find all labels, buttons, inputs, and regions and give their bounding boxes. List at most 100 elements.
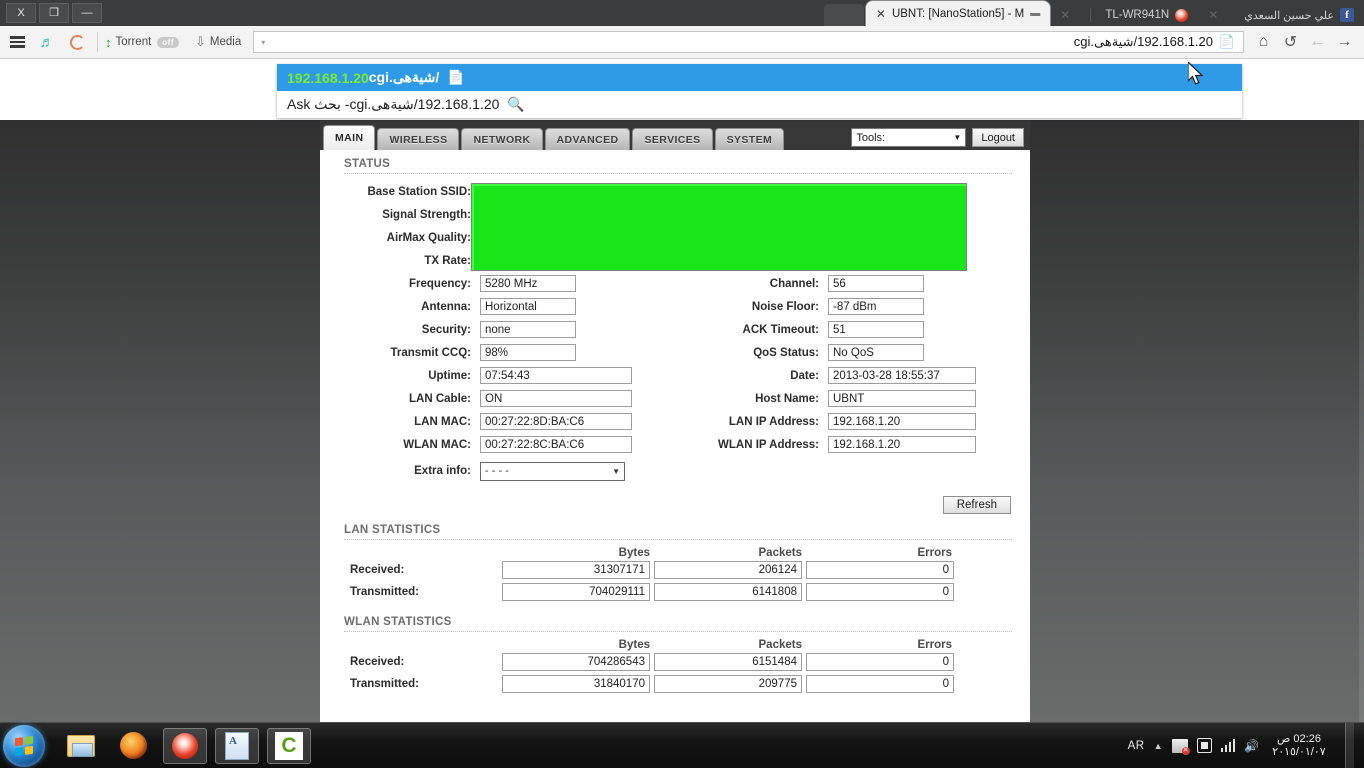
taskbar-item-firefox[interactable] [111,728,155,764]
search-icon: 🔍 [507,96,525,112]
taskbar-clock[interactable]: 02:26 ص ٢٠١٥/٠١/٠٧ [1268,733,1330,759]
chevron-down-icon[interactable]: ▾ [261,38,265,47]
field-channel: Channel: 56 [702,272,1002,295]
power-button[interactable] [1196,738,1212,753]
logout-button[interactable]: Logout [972,128,1024,147]
tray-overflow-button[interactable]: ▲ [1154,741,1163,751]
field-frequency: Frequency: 5280 MHz [344,272,694,295]
field-date: Date: 2013-03-28 18:55:37 [702,364,1002,387]
tab-blank[interactable] [823,4,864,26]
field-label: Frequency: [409,277,471,290]
taskbar-item-wordpad[interactable] [215,727,259,764]
tab-wireless[interactable]: WIRELESS [377,128,460,150]
tab-main[interactable]: MAIN [323,125,376,150]
tools-dropdown[interactable]: Tools: ▼ [851,128,967,147]
field-value: UBNT [828,390,976,407]
tab-advanced[interactable]: ADVANCED [544,128,631,150]
field-antenna: Antenna: Horizontal [344,295,694,318]
firefox-icon [119,732,147,759]
show-desktop-button[interactable] [1345,722,1354,768]
browser-tabstrip: X ❐ — ✕ UBNT: [NanoStation5] - M ▬ ✕ TL-… [0,0,1364,26]
wlan-statistics-title: WLAN STATISTICS [344,616,1012,632]
minimize-window-button[interactable]: — [72,3,102,23]
column-header-errors: Errors [917,639,952,651]
table-row: Received: 31307171 206124 0 [344,559,1012,581]
restore-window-button[interactable]: ❐ [39,3,69,23]
status-section-title: STATUS [344,158,1012,174]
close-icon[interactable]: ✕ [876,7,886,21]
forward-button[interactable]: → [1331,29,1358,55]
taskbar-item-maxthon[interactable] [163,727,207,764]
taskbar-item-camtasia[interactable]: C [267,727,311,764]
taskbar-app-list: C [59,727,311,764]
table-row: Transmitted: 704029111 6141808 0 [344,581,1012,603]
field-label: LAN Cable: [409,392,471,405]
field-wlan-mac: WLAN MAC: 00:27:22:8C:BA:C6 [344,433,694,456]
cell-packets: 209775 [654,675,802,693]
media-label: Media [209,36,242,48]
signal-strength-button[interactable] [1220,739,1236,752]
tab-network[interactable]: NETWORK [461,128,543,150]
cell-errors: 0 [806,653,954,671]
tab-title: علي حسين السعدي [1244,9,1334,22]
cell-bytes: 704286543 [502,653,650,671]
menu-button[interactable] [4,29,30,55]
field-value: 00:27:22:8C:BA:C6 [480,436,632,453]
tab-services[interactable]: SERVICES [632,128,713,150]
field-label: QoS Status: [753,346,819,359]
tab-facebook-profile[interactable]: علي حسين السعدي f [1234,4,1364,26]
folder-icon [67,734,95,757]
field-label: WLAN IP Address: [718,438,819,451]
taskbar-item-explorer[interactable] [59,728,103,764]
torrent-state-badge[interactable]: off [157,36,180,48]
row-label: Received: [350,656,405,668]
router-tab-list: MAIN WIRELESS NETWORK ADVANCED SERVICES … [323,125,786,150]
reload-button[interactable]: ↺ [1277,29,1304,55]
close-icon[interactable]: ✕ [1208,8,1218,22]
headphones-button[interactable]: ♬ [34,29,60,55]
start-button[interactable] [3,724,45,767]
suggestion-item-url[interactable]: 📄 /شيةهى.cgi 192.168.1.20 [277,64,1242,91]
media-button[interactable]: ⇩ Media [195,34,241,50]
back-button[interactable]: ← [1304,29,1331,55]
row-label: Transmitted: [350,678,420,690]
field-noise-floor: Noise Floor: -87 dBm [702,295,1002,318]
hamburger-icon [9,36,25,48]
page-info-icon[interactable]: 📄 [1219,34,1235,50]
close-icon[interactable]: ✕ [1060,8,1070,22]
network-status-icon[interactable]: ✕ [1171,738,1190,755]
field-value: 07:54:43 [480,367,632,384]
headphones-icon: ♬ [39,33,55,51]
volume-button[interactable]: 🔊 [1244,739,1259,753]
field-label: Signal Strength: [382,208,471,221]
home-button[interactable]: ⌂ [1250,29,1277,55]
address-bar[interactable]: ▾ 192.168.1.20/شيةهى.cgi 📄 [253,31,1244,53]
field-label: Extra info: [414,465,471,477]
field-value: No QoS [828,344,924,361]
tab-tl-wr941n[interactable]: TL-WR941N [1095,4,1198,26]
page-scrollbar[interactable] [1359,120,1364,722]
tab-placeholder-2[interactable]: ✕ [1050,4,1086,26]
field-value: 5280 MHz [480,275,576,292]
language-indicator[interactable]: AR [1128,740,1145,752]
home-icon: ⌂ [1258,33,1269,50]
desktop-root: X ❐ — ✕ UBNT: [NanoStation5] - M ▬ ✕ TL-… [0,0,1364,768]
tab-system[interactable]: SYSTEM [714,128,785,150]
system-tray: AR ▲ ✕ 🔊 02:26 ص ٢٠١٥/٠١/٠٧ [1128,722,1364,768]
tab-placeholder-4[interactable]: ✕ [1198,4,1234,26]
address-bar-value: 192.168.1.20/شيةهى.cgi [1073,34,1213,49]
field-label: Security: [421,323,471,336]
tab-ubnt-nanostation5[interactable]: ✕ UBNT: [NanoStation5] - M ▬ [865,1,1051,26]
maxthon-logo-button[interactable] [64,29,90,55]
refresh-button[interactable]: Refresh [942,496,1011,514]
torrent-button[interactable]: ↕ Torrent off [105,35,180,50]
field-label: LAN MAC: [414,415,471,428]
extra-info-dropdown[interactable]: - - - - ▼ [480,461,625,481]
field-host-name: Host Name: UBNT [702,387,1002,410]
maxthon-icon [172,732,198,759]
signal-bars-icon [1220,739,1236,752]
field-label: AirMax Quality: [386,231,471,244]
close-window-button[interactable]: X [6,3,36,23]
clock-date: ٢٠١٥/٠١/٠٧ [1272,745,1326,758]
suggestion-item-search[interactable]: 🔍 192.168.1.20/شيةهى.cgi - بحث Ask [277,91,1242,118]
